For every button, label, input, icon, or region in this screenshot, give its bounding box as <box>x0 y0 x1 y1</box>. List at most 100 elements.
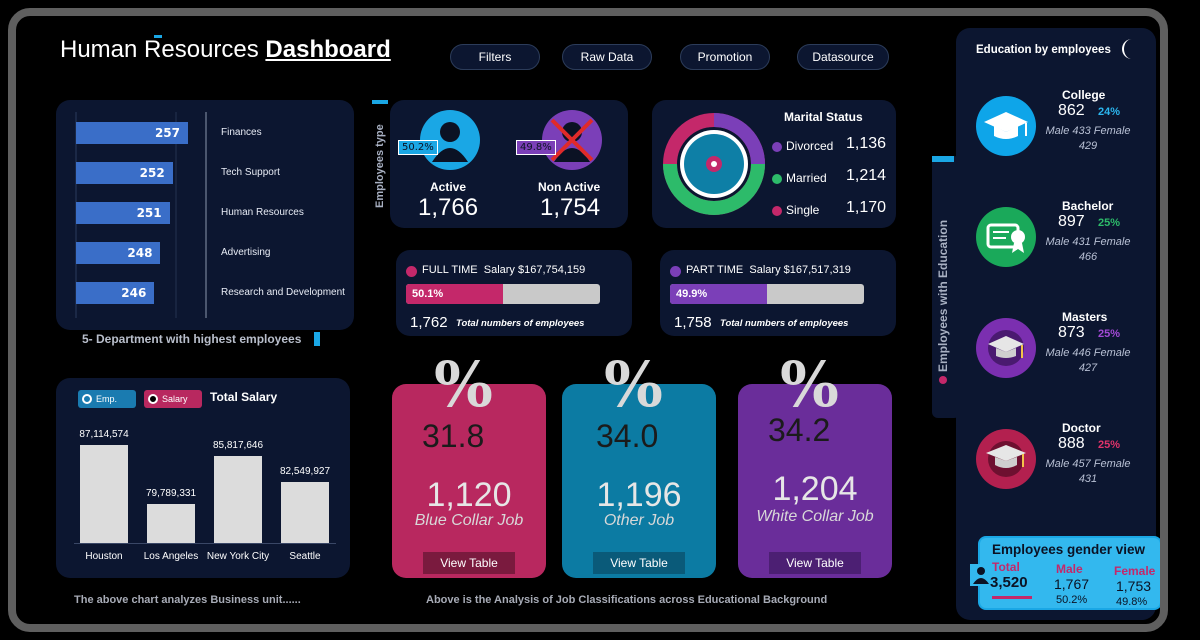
salary-axis-line <box>74 543 336 544</box>
marital-value: 1,136 <box>846 135 887 152</box>
education-count: 888 <box>1058 435 1085 452</box>
part-time-progress-fill: 49.9% <box>670 284 767 304</box>
salary-category-label: Seattle <box>289 551 321 562</box>
education-side-marker <box>932 156 954 162</box>
department-name: Research and Development <box>221 287 345 298</box>
education-gender-detail: Male 457 Female 431 <box>1045 458 1131 485</box>
gender-female-value: 1,753 <box>1116 578 1152 594</box>
job-footer: Above is the Analysis of Job Classificat… <box>426 594 828 606</box>
department-bar: 251 <box>76 202 170 224</box>
filters-button[interactable]: Filters <box>450 44 540 70</box>
full-time-label: FULL TIME <box>422 264 478 276</box>
department-name: Tech Support <box>221 167 280 178</box>
full-time-header: FULL TIME Salary $167,754,159 <box>422 264 585 276</box>
job-percent: 31.8 <box>422 418 485 454</box>
moon-icon[interactable] <box>1122 38 1138 59</box>
full-time-dot <box>406 266 417 277</box>
inactive-pct-badge: 49.8% <box>516 140 556 155</box>
page-title: Human Resources Dashboard <box>60 36 391 64</box>
part-time-dot <box>670 266 681 277</box>
full-time-progress-fill: 50.1% <box>406 284 504 304</box>
part-time-label: PART TIME <box>686 264 744 276</box>
gender-male-value: 1,767 <box>1054 576 1090 592</box>
page-title-bold: Dashboard <box>265 36 391 63</box>
education-side-text: Employees with Education <box>936 219 950 372</box>
education-percent: 25% <box>1098 439 1121 451</box>
college-cap-icon <box>976 96 1036 156</box>
view-table-button[interactable]: View Table <box>423 552 515 574</box>
full-time-card: FULL TIME Salary $167,754,159 50.1% 1,76… <box>396 250 632 336</box>
job-percent: 34.2 <box>768 412 831 448</box>
education-percent: 25% <box>1098 217 1121 229</box>
department-name: Finances <box>221 127 262 138</box>
gender-total-label: Total <box>992 560 1020 574</box>
active-label: Active <box>430 180 467 194</box>
education-gender-detail: Male 433 Female 429 <box>1045 125 1131 152</box>
part-time-salary: Salary $167,517,319 <box>749 264 851 276</box>
marital-label: Single <box>786 203 820 217</box>
education-count: 873 <box>1058 324 1085 341</box>
marital-dot <box>772 142 782 152</box>
part-time-count: 1,758 <box>674 314 712 331</box>
part-time-caption: Total numbers of employees <box>720 318 849 329</box>
part-time-card: PART TIME Salary $167,517,319 49.9% 1,75… <box>660 250 896 336</box>
job-count: 1,120 <box>426 476 512 514</box>
dashboard-frame: Human Resources Dashboard Filters Raw Da… <box>8 8 1168 632</box>
department-caption: 5- Department with highest employees <box>82 332 302 346</box>
education-level-name: Masters <box>1062 310 1108 324</box>
total-salary-card: Emp. Salary Total Salary 87,114,574 Houst… <box>56 378 350 578</box>
gender-male-pct: 50.2% <box>1056 594 1088 606</box>
diploma-icon <box>976 207 1036 267</box>
salary-bar-chart: 87,114,574 Houston 79,789,331 Los Angeles 85… <box>56 378 350 578</box>
education-percent: 25% <box>1098 328 1121 340</box>
job-count: 1,204 <box>772 470 858 508</box>
job-card: % 31.8 1,120 Blue Collar Job View Table <box>392 348 546 578</box>
department-bar: 252 <box>76 162 173 184</box>
promotion-button[interactable]: Promotion <box>680 44 770 70</box>
percent-symbol: % <box>780 348 839 421</box>
job-label: Blue Collar Job <box>414 512 524 529</box>
full-time-caption: Total numbers of employees <box>456 318 585 329</box>
education-level-name: College <box>1062 88 1106 102</box>
department-bar: 246 <box>76 282 155 304</box>
education-side-dot <box>939 376 947 384</box>
marital-status-card: Marital Status Divorced 1,136 Married 1,214… <box>652 100 896 228</box>
inactive-label: Non Active <box>538 180 601 194</box>
inactive-value: 1,754 <box>540 194 601 221</box>
part-time-progress: 49.9% <box>670 284 864 304</box>
salary-value-label: 79,789,331 <box>145 488 197 500</box>
percent-symbol: % <box>604 348 663 421</box>
view-table-button[interactable]: View Table <box>769 552 861 574</box>
salary-value-label: 85,817,646 <box>212 439 264 451</box>
salary-bar <box>281 482 329 543</box>
title-accent-mark <box>154 35 162 38</box>
active-value: 1,766 <box>418 194 479 221</box>
gender-male-label: Male <box>1056 562 1083 576</box>
raw-data-button[interactable]: Raw Data <box>562 44 652 70</box>
gender-total-underline <box>992 596 1032 599</box>
page-title-regular: Human Resources <box>60 36 259 63</box>
marital-title: Marital Status <box>784 110 863 124</box>
full-time-salary: Salary $167,754,159 <box>483 264 586 276</box>
job-count: 1,196 <box>596 476 682 514</box>
job-label: White Collar Job <box>756 508 874 525</box>
gender-female-pct: 49.8% <box>1116 596 1148 608</box>
department-name: Human Resources <box>221 207 304 218</box>
department-card: 257 Finances 252 Tech Support 251 Human Resou… <box>56 100 354 330</box>
active-pct-badge: 50.2% <box>398 140 438 155</box>
part-time-header: PART TIME Salary $167,517,319 <box>686 264 851 276</box>
salary-bar <box>147 504 195 543</box>
full-time-count: 1,762 <box>410 314 448 331</box>
education-title: Education by employees <box>976 44 1111 56</box>
education-level-name: Bachelor <box>1062 199 1114 213</box>
education-percent: 24% <box>1098 106 1121 118</box>
full-time-progress: 50.1% <box>406 284 600 304</box>
job-label: Other Job <box>603 512 675 529</box>
view-table-button[interactable]: View Table <box>593 552 685 574</box>
datasource-button[interactable]: Datasource <box>797 44 889 70</box>
marital-donut <box>663 113 765 215</box>
education-level-name: Doctor <box>1062 421 1101 435</box>
department-bar: 257 <box>76 122 188 144</box>
education-count: 862 <box>1058 102 1085 119</box>
gender-title: Employees gender view <box>992 542 1146 557</box>
